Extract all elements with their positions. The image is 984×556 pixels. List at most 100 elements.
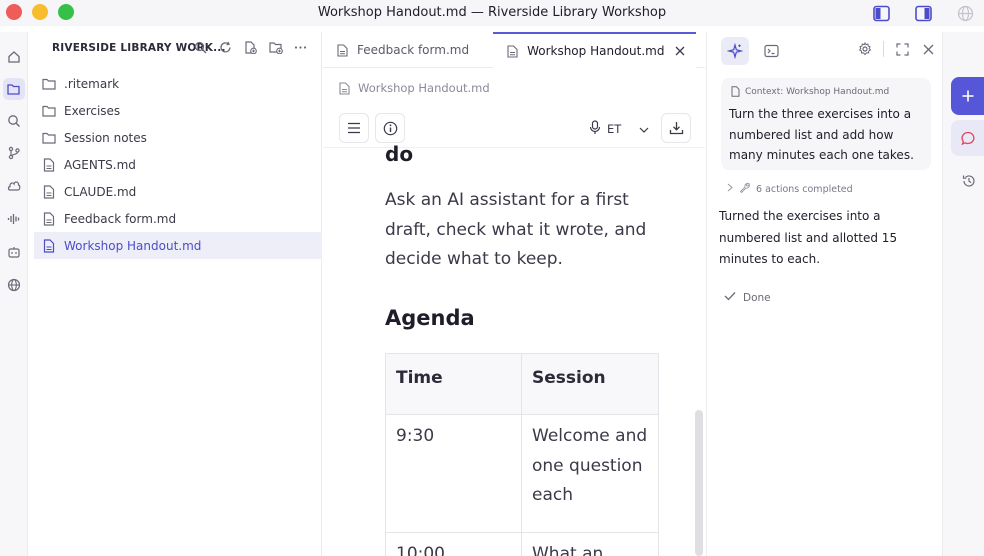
table-header-cell: Time <box>385 353 522 415</box>
chat-bubble-icon[interactable] <box>951 120 984 156</box>
table-row: 10:00 What an <box>385 531 659 556</box>
wrench-icon <box>739 182 750 196</box>
refresh-icon[interactable] <box>218 40 233 55</box>
tab-workshop-handout[interactable]: Workshop Handout.md <box>493 32 697 68</box>
info-button[interactable] <box>375 113 405 143</box>
robot-icon[interactable] <box>3 241 25 263</box>
gear-icon[interactable] <box>857 41 873 57</box>
intro-paragraph: Ask an AI assistant for a first draft, c… <box>385 190 647 269</box>
editor-scrollbar[interactable] <box>695 410 703 556</box>
window-title: Workshop Handout.md — Riverside Library … <box>317 5 667 20</box>
title-bar-actions <box>872 4 974 22</box>
file-icon <box>731 86 740 97</box>
audio-wave-icon[interactable] <box>3 208 25 230</box>
chevron-right-icon <box>727 183 733 195</box>
folder-icon <box>42 104 56 118</box>
explorer-actions <box>193 40 308 55</box>
assistant-header-actions <box>857 41 936 57</box>
user-message-bubble: Context: Workshop Handout.md Turn the th… <box>721 78 931 170</box>
actions-summary-text: 6 actions completed <box>756 183 853 195</box>
table-cell: What an <box>521 531 659 556</box>
close-icon[interactable] <box>674 45 686 57</box>
table-cell: Welcome and one question each <box>521 414 659 533</box>
file-icon <box>339 81 350 95</box>
document-content[interactable]: do Ask an AI assistant for a first draft… <box>385 140 665 556</box>
file-icon <box>42 184 56 199</box>
expand-icon[interactable] <box>894 41 910 57</box>
assistant-mode-tabs <box>721 37 785 65</box>
tree-item-folder[interactable]: Session notes <box>34 124 322 151</box>
title-bar: Workshop Handout.md — Riverside Library … <box>0 0 984 26</box>
check-icon <box>724 291 736 304</box>
tree-item-file[interactable]: Feedback form.md <box>34 205 322 232</box>
plus-icon <box>962 90 974 102</box>
terminal-icon[interactable] <box>757 37 785 65</box>
source-control-icon[interactable] <box>3 142 25 164</box>
file-icon <box>42 211 56 226</box>
history-icon[interactable] <box>961 173 977 189</box>
toggle-right-panel-icon[interactable] <box>914 4 932 22</box>
export-button[interactable] <box>661 113 691 143</box>
chevron-down-icon[interactable] <box>639 122 649 136</box>
tree-item-label: CLAUDE.md <box>64 184 137 199</box>
breadcrumb-label: Workshop Handout.md <box>358 81 490 95</box>
ai-sparkle-icon[interactable] <box>721 37 749 65</box>
more-icon[interactable] <box>293 40 308 55</box>
header-divider <box>883 41 884 57</box>
tree-item-label: AGENTS.md <box>64 157 136 172</box>
assistant-panel: Context: Workshop Handout.md Turn the th… <box>706 32 942 556</box>
search-icon[interactable] <box>3 110 25 132</box>
outline-menu-button[interactable] <box>339 113 369 143</box>
status-text: Done <box>743 291 771 304</box>
tree-item-file[interactable]: AGENTS.md <box>34 151 322 178</box>
tab-label: Feedback form.md <box>357 43 470 57</box>
microphone-icon[interactable] <box>589 120 601 138</box>
status-done: Done <box>724 291 771 304</box>
file-icon <box>337 43 349 57</box>
tree-item-label: .ritemark <box>64 76 120 91</box>
actions-summary[interactable]: 6 actions completed <box>727 182 853 196</box>
folder-icon <box>42 77 56 91</box>
new-folder-icon[interactable] <box>268 40 283 55</box>
home-icon[interactable] <box>3 46 25 68</box>
tree-item-file[interactable]: CLAUDE.md <box>34 178 322 205</box>
web-icon[interactable] <box>3 274 25 296</box>
tree-item-label: Feedback form.md <box>64 211 177 226</box>
context-text: Context: Workshop Handout.md <box>745 86 890 97</box>
app-window: Workshop Handout.md — Riverside Library … <box>0 0 984 556</box>
extensions-icon[interactable] <box>3 175 25 197</box>
activity-bar <box>0 32 28 556</box>
close-icon[interactable] <box>920 41 936 57</box>
explorer-header: RIVERSIDE LIBRARY WORK... <box>34 32 322 64</box>
heading-fragment: do <box>385 142 414 166</box>
table-row: 9:30 Welcome and one question each <box>385 414 659 533</box>
file-icon <box>507 44 519 58</box>
table-header-cell: Session <box>521 353 659 415</box>
toggle-left-panel-icon[interactable] <box>872 4 890 22</box>
folder-open-icon[interactable] <box>3 78 25 100</box>
tab-feedback-form[interactable]: Feedback form.md <box>323 32 479 68</box>
dictation-language[interactable]: ET <box>589 120 649 138</box>
tree-item-label: Exercises <box>64 103 121 118</box>
breadcrumb[interactable]: Workshop Handout.md <box>339 81 490 95</box>
table-cell: 10:00 <box>385 531 522 556</box>
editor-pane: Feedback form.md Workshop Handout.md Wor… <box>323 32 705 556</box>
file-tree: .ritemark Exercises Session notes AGENTS… <box>34 70 322 259</box>
tab-label: Workshop Handout.md <box>527 44 665 58</box>
file-explorer: RIVERSIDE LIBRARY WORK... .ritemark Exer… <box>34 32 322 556</box>
globe-icon[interactable] <box>956 4 974 22</box>
context-label: Context: Workshop Handout.md <box>731 86 889 97</box>
new-chat-button[interactable] <box>951 77 984 115</box>
folder-icon <box>42 131 56 145</box>
table-cell: 9:30 <box>385 414 522 533</box>
new-file-icon[interactable] <box>243 40 258 55</box>
tree-item-folder[interactable]: .ritemark <box>34 70 322 97</box>
tree-item-file-selected[interactable]: Workshop Handout.md <box>34 232 322 259</box>
table-header-row: Time Session <box>385 353 659 415</box>
search-icon[interactable] <box>193 40 208 55</box>
right-rail <box>942 32 984 556</box>
user-message-text: Turn the three exercises into a numbered… <box>729 107 914 162</box>
agenda-heading: Agenda <box>385 306 475 330</box>
tree-item-folder[interactable]: Exercises <box>34 97 322 124</box>
language-code: ET <box>607 122 622 136</box>
